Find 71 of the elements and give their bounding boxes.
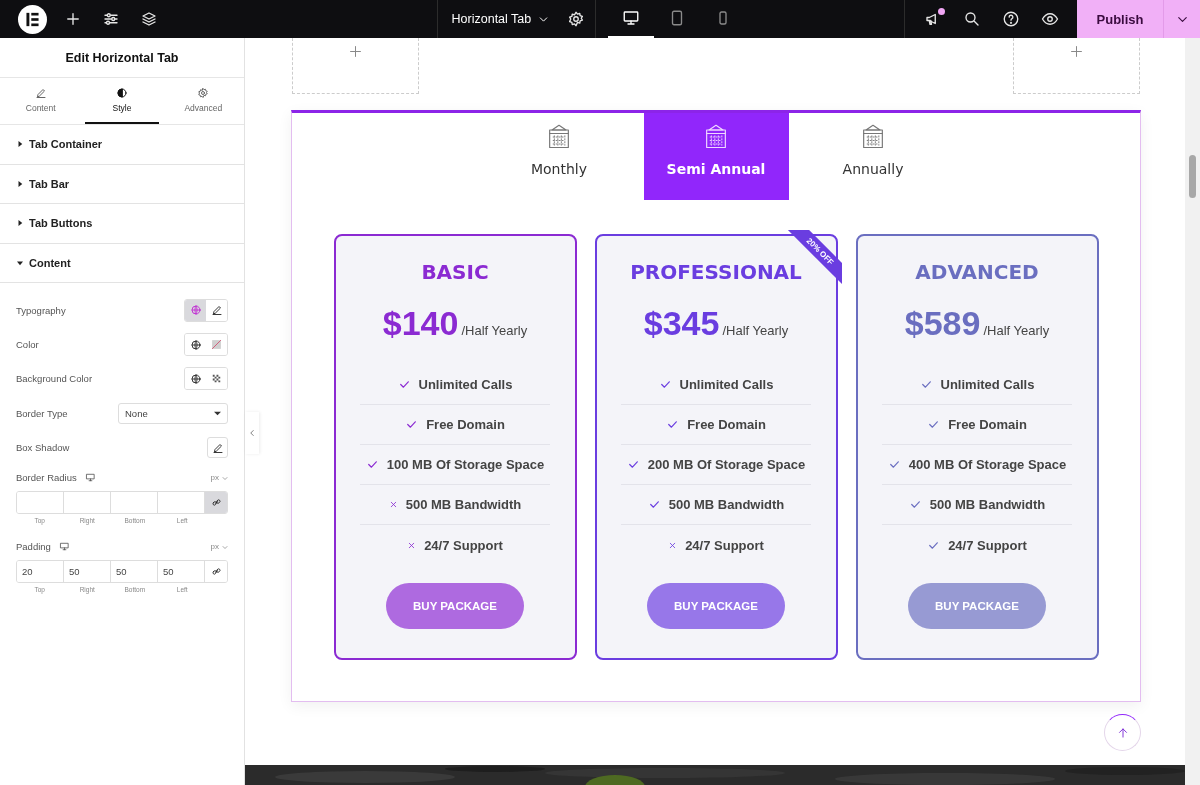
caret-icon xyxy=(17,259,23,266)
plan-name: PROFESSIONAL xyxy=(630,260,802,284)
document-title[interactable]: Horizontal Tab xyxy=(451,12,551,26)
control-label: Padding xyxy=(16,541,51,553)
price: $345 xyxy=(643,304,720,343)
add-icon xyxy=(347,43,364,60)
feature-item: Free Domain xyxy=(621,405,811,445)
section-header[interactable]: Tab Container xyxy=(0,125,244,165)
responsive-icon xyxy=(84,472,96,484)
price-period: /Half Yearly xyxy=(722,323,789,338)
control-label: Border Radius xyxy=(16,472,77,484)
feature-item: Unlimited Calls xyxy=(621,365,811,405)
control-label: Color xyxy=(16,339,39,351)
section-header[interactable]: Tab Buttons xyxy=(0,204,244,244)
control-label: Background Color xyxy=(16,373,93,385)
caret-icon xyxy=(214,409,221,417)
contrast-icon xyxy=(116,87,128,99)
feature-item: 500 MB Bandwidth xyxy=(360,485,550,525)
scrollbar[interactable] xyxy=(1185,38,1200,785)
collapse-handle[interactable] xyxy=(245,412,259,454)
feature-item: 24/7 Support xyxy=(360,525,550,565)
section-header[interactable]: Content xyxy=(0,243,244,283)
plan-name: ADVANCED xyxy=(915,260,1039,284)
panel-tab[interactable]: Advanced xyxy=(166,78,240,124)
control-label: Border Type xyxy=(16,407,68,419)
link-icon[interactable] xyxy=(205,491,227,513)
caret-icon xyxy=(222,543,228,550)
unit-selector[interactable]: px xyxy=(210,542,219,552)
feature-item: 100 MB Of Storage Space xyxy=(360,445,550,485)
buy-package-button[interactable]: BUY PACKAGE xyxy=(386,583,524,629)
plan-name: BASIC xyxy=(421,260,489,284)
feature-item: Unlimited Calls xyxy=(882,365,1072,405)
pencil-icon xyxy=(34,87,47,99)
border-type-dropdown[interactable]: None xyxy=(118,402,228,424)
feature-item: Free Domain xyxy=(882,405,1072,445)
price: $589 xyxy=(904,304,981,343)
logo-icon[interactable] xyxy=(18,4,47,34)
responsive-icon xyxy=(58,541,70,553)
feature-item: 200 MB Of Storage Space xyxy=(621,445,811,485)
feature-item: 500 MB Bandwidth xyxy=(621,485,811,525)
edit-icon[interactable] xyxy=(207,437,228,459)
scrollbar-thumb[interactable] xyxy=(1189,155,1196,198)
dimension-input[interactable] xyxy=(17,491,64,513)
feature-item: 500 MB Bandwidth xyxy=(882,485,1072,525)
feature-item: Unlimited Calls xyxy=(360,365,550,405)
caret-icon xyxy=(17,141,23,148)
dimension-input[interactable]: 20 xyxy=(17,560,64,582)
pricing-tab[interactable]: Monthly xyxy=(486,113,632,200)
caret-icon xyxy=(222,474,228,481)
feature-item: 24/7 Support xyxy=(882,525,1072,565)
price: $140 xyxy=(382,304,459,343)
add-icon xyxy=(1068,43,1085,60)
unit-selector[interactable]: px xyxy=(210,473,219,483)
chevron-left-icon xyxy=(247,428,257,438)
panel-tab[interactable]: Style xyxy=(85,78,159,124)
caret-icon xyxy=(17,180,23,187)
caret-icon xyxy=(17,220,23,227)
feature-item: 400 MB Of Storage Space xyxy=(882,445,1072,485)
publish-button[interactable]: Publish xyxy=(1077,0,1163,38)
feature-item: Free Domain xyxy=(360,405,550,445)
panel-title: Edit Horizontal Tab xyxy=(64,49,180,67)
control-label: Typography xyxy=(16,304,66,316)
price-period: /Half Yearly xyxy=(461,323,528,338)
gear-icon xyxy=(197,87,210,99)
feature-item: 24/7 Support xyxy=(621,525,811,565)
price-period: /Half Yearly xyxy=(983,323,1050,338)
section-header[interactable]: Tab Bar xyxy=(0,164,244,204)
control-label: Box Shadow xyxy=(16,442,70,454)
pricing-tab[interactable]: Annually xyxy=(800,113,946,200)
pricing-tab[interactable]: Semi Annual xyxy=(643,113,789,200)
panel-tab[interactable]: Content xyxy=(4,78,78,124)
